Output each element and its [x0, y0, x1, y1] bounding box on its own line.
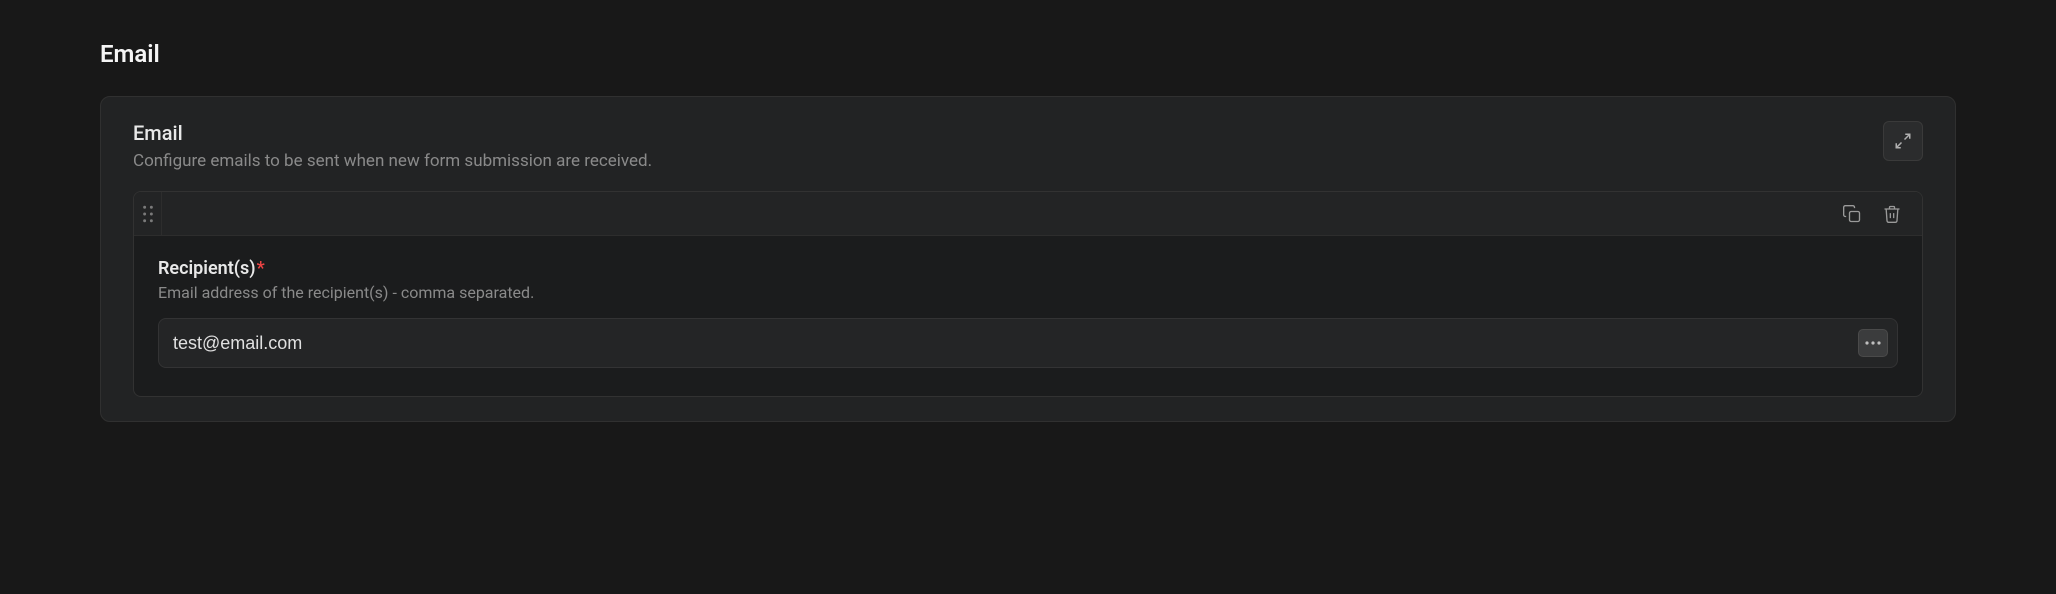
- item-body: Recipient(s)* Email address of the recip…: [134, 236, 1922, 396]
- drag-handle-icon: [142, 205, 154, 223]
- input-more-button[interactable]: [1858, 329, 1888, 357]
- recipients-input[interactable]: [158, 318, 1898, 368]
- delete-button[interactable]: [1880, 202, 1904, 226]
- ellipsis-icon: [1865, 341, 1881, 345]
- panel-header: Email Configure emails to be sent when n…: [101, 97, 1955, 191]
- panel-header-text: Email Configure emails to be sent when n…: [133, 121, 1883, 171]
- recipients-label: Recipient(s): [158, 258, 256, 279]
- drag-handle[interactable]: [134, 192, 162, 235]
- field-label-row: Recipient(s)*: [158, 258, 1898, 279]
- trash-icon: [1882, 204, 1902, 224]
- section-heading: Email: [100, 40, 1956, 68]
- panel-title: Email: [133, 121, 1883, 145]
- recipients-help: Email address of the recipient(s) - comm…: [158, 283, 1898, 302]
- copy-icon: [1842, 204, 1862, 224]
- panel-subtitle: Configure emails to be sent when new for…: [133, 151, 1883, 171]
- toolbar-actions: [1840, 202, 1922, 226]
- expand-button[interactable]: [1883, 121, 1923, 161]
- item-toolbar: [134, 192, 1922, 236]
- duplicate-button[interactable]: [1840, 202, 1864, 226]
- expand-icon: [1894, 132, 1912, 150]
- email-item: Recipient(s)* Email address of the recip…: [133, 191, 1923, 397]
- email-panel: Email Configure emails to be sent when n…: [100, 96, 1956, 422]
- required-mark: *: [257, 258, 265, 279]
- recipients-input-wrap: [158, 318, 1898, 368]
